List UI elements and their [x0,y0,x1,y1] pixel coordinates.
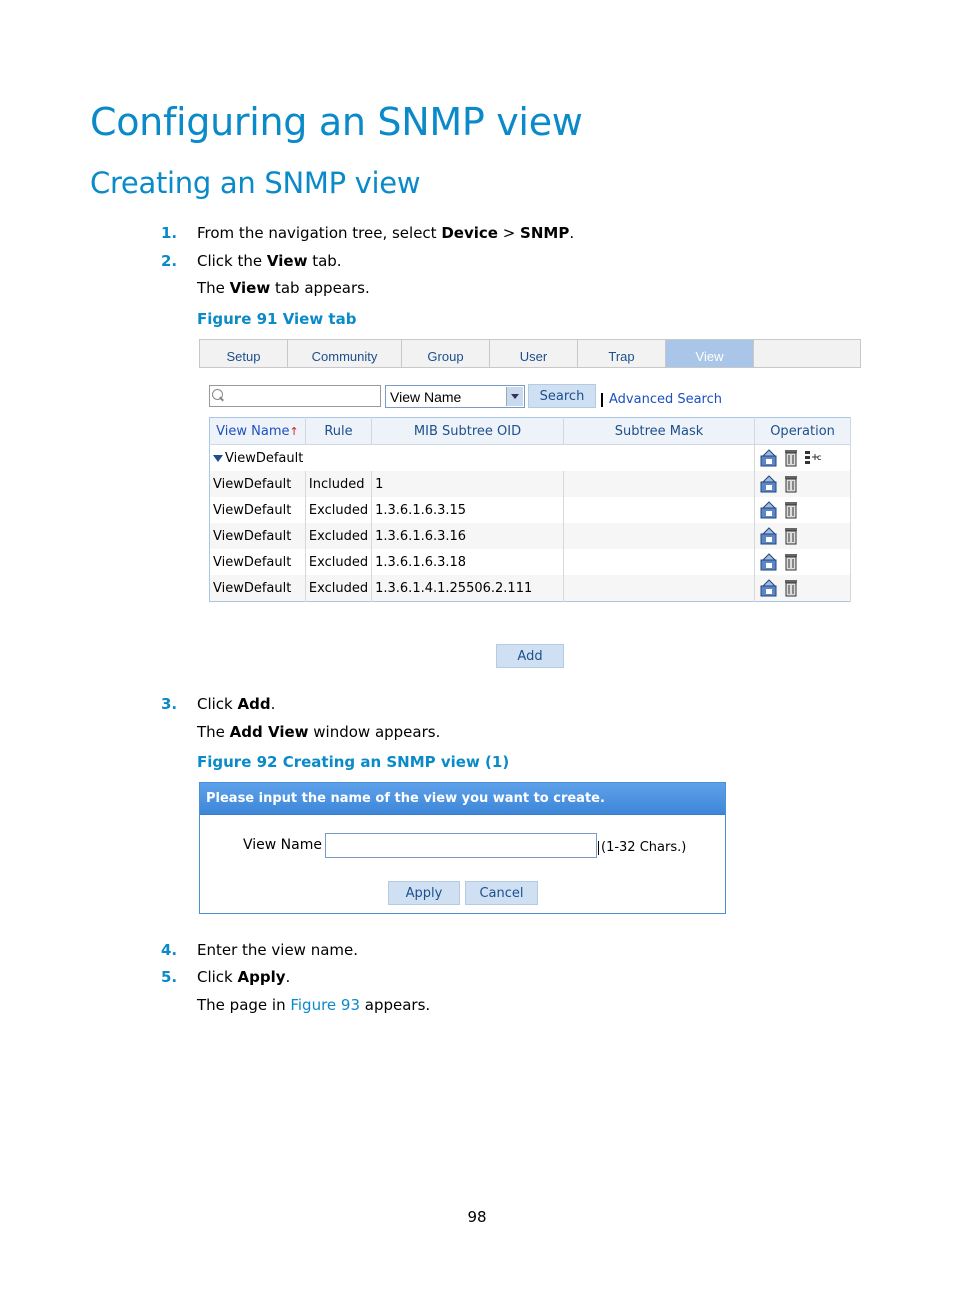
edit-icon[interactable] [760,579,778,597]
dialog-header: Please input the name of the view you wa… [200,783,725,815]
table-row: ViewDefault Included 1 [209,471,851,497]
delete-icon[interactable] [784,553,798,571]
section-title: Creating an SNMP view [90,166,421,200]
svg-text:c: c [817,453,821,462]
search-button[interactable]: Search [528,384,596,408]
delete-icon[interactable] [784,501,798,519]
column-header-view-name[interactable]: View Name↑ [209,417,306,445]
step-2-note: The View tab appears. [197,279,370,297]
table-group-row: ViewDefault c [209,444,851,471]
figure-92-caption: Figure 92 Creating an SNMP view (1) [197,753,510,771]
step-number: 1. [161,224,178,242]
step-5-text: Click Apply. [197,968,291,986]
figure-93-link[interactable]: Figure 93 [290,996,360,1014]
step-number: 5. [161,968,178,986]
add-view-dialog: Please input the name of the view you wa… [199,782,726,914]
tab-bar: Setup Community Group User Trap View [199,339,861,368]
view-name-label: View Name [243,837,322,853]
column-header-oid[interactable]: MIB Subtree OID [371,417,564,445]
step-3-text: Click Add. [197,695,276,713]
step-2-text: Click the View tab. [197,252,342,270]
delete-icon[interactable] [784,449,798,467]
step-1-text: From the navigation tree, select Device … [197,224,575,242]
sort-asc-icon: ↑ [289,424,299,438]
table-row: ViewDefault Excluded 1.3.6.1.4.1.25506.2.1… [209,575,851,602]
delete-icon[interactable] [784,579,798,597]
chevron-down-icon [506,387,523,406]
tab-group[interactable]: Group [402,340,490,367]
step-number: 3. [161,695,178,713]
step-5-note: The page in Figure 93 appears. [197,996,431,1014]
edit-icon[interactable] [760,527,778,545]
view-name-hint: (1-32 Chars.) [598,841,686,855]
view-name-input[interactable] [325,833,597,858]
edit-icon[interactable] [760,475,778,493]
page-title: Configuring an SNMP view [90,100,583,144]
table-row: ViewDefault Excluded 1.3.6.1.6.3.15 [209,497,851,523]
add-button[interactable]: Add [496,644,564,668]
column-header-operation: Operation [754,417,851,445]
delete-icon[interactable] [784,527,798,545]
views-table: View Name↑ Rule MIB Subtree OID Subtree … [209,417,851,602]
figure-91-caption: Figure 91 View tab [197,310,357,328]
apply-button[interactable]: Apply [388,881,460,905]
search-input[interactable] [209,385,381,407]
edit-icon[interactable] [760,449,778,467]
tab-user[interactable]: User [490,340,578,367]
tab-setup[interactable]: Setup [200,340,288,367]
collapse-icon[interactable] [213,454,223,462]
search-field-select[interactable]: View Name [385,385,525,408]
edit-icon[interactable] [760,553,778,571]
tab-view[interactable]: View [666,340,754,367]
table-row: ViewDefault Excluded 1.3.6.1.6.3.18 [209,549,851,575]
cancel-button[interactable]: Cancel [465,881,538,905]
step-number: 4. [161,941,178,959]
step-4-text: Enter the view name. [197,941,359,959]
table-row: ViewDefault Excluded 1.3.6.1.6.3.16 [209,523,851,549]
column-header-mask[interactable]: Subtree Mask [563,417,756,445]
delete-icon[interactable] [784,475,798,493]
tab-trap[interactable]: Trap [578,340,666,367]
add-rule-icon[interactable]: c [804,450,824,466]
edit-icon[interactable] [760,501,778,519]
step-number: 2. [161,252,178,270]
column-header-rule[interactable]: Rule [305,417,373,445]
tab-community[interactable]: Community [288,340,402,367]
advanced-search-link[interactable]: Advanced Search [601,393,722,407]
page-number: 98 [467,1208,487,1226]
step-3-note: The Add View window appears. [197,723,441,741]
